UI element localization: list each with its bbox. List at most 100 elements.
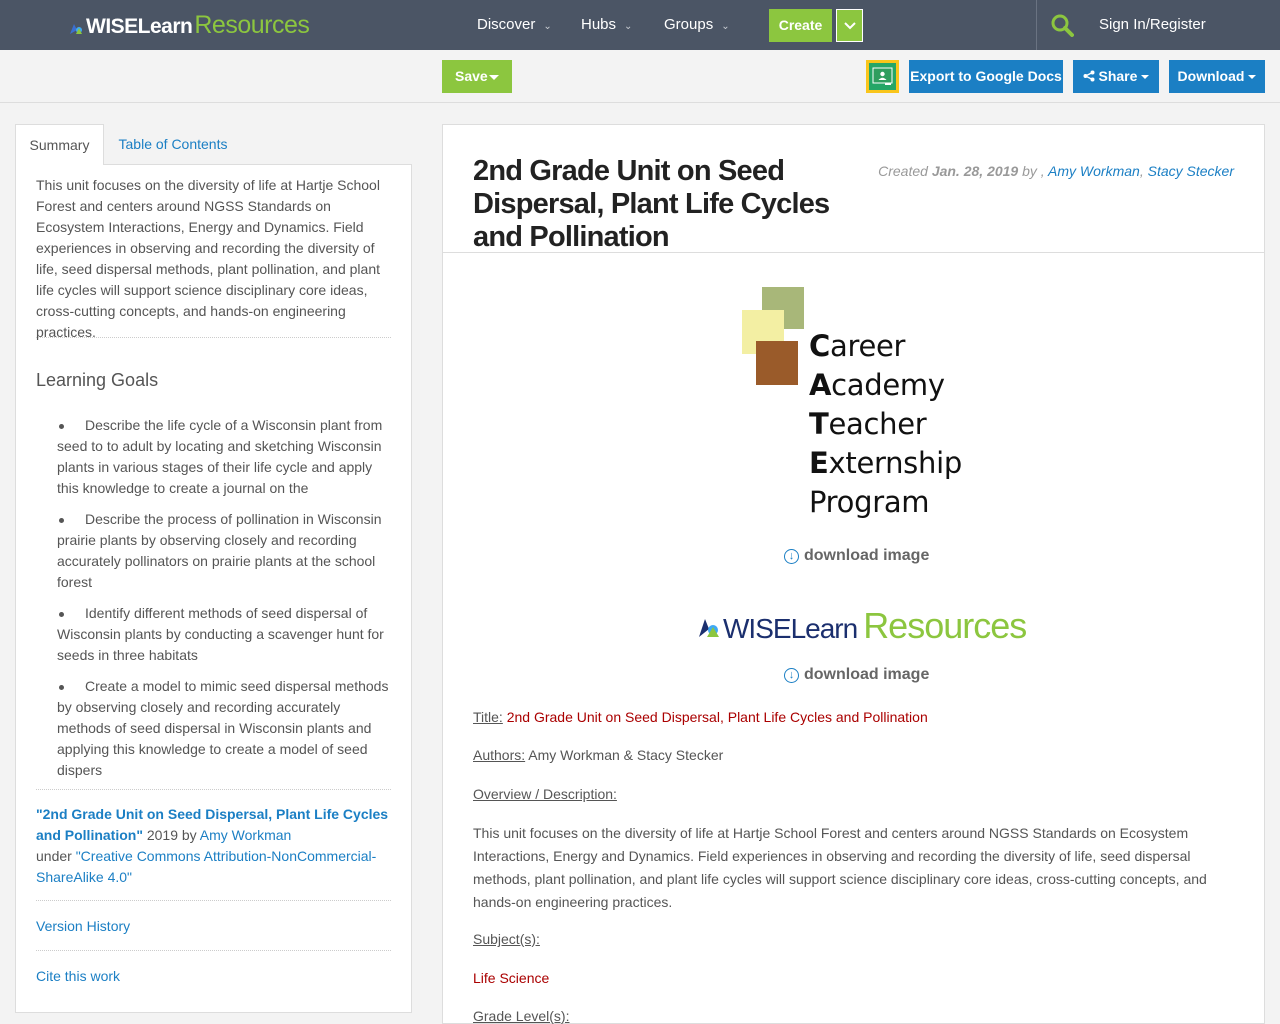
- created-label: Created: [878, 163, 932, 179]
- cate-word-program: Program: [809, 485, 930, 519]
- resource-content-panel: 2nd Grade Unit on Seed Dispersal, Plant …: [442, 124, 1265, 1024]
- chevron-down-icon: ⌄: [721, 21, 730, 32]
- create-button[interactable]: Create: [769, 9, 832, 42]
- cate-letter-c: C: [809, 329, 830, 363]
- learning-goal-item: Create a model to mimic seed dispersal m…: [57, 676, 390, 781]
- divider: [36, 337, 391, 338]
- logo-text-wiselearn: WISELearn: [86, 15, 193, 38]
- cate-word-teacher: eacher: [828, 407, 927, 441]
- created-info: Created Jan. 28, 2019 by , Amy Workman, …: [878, 163, 1234, 179]
- logo-text-resources: Resources: [194, 11, 310, 39]
- share-button[interactable]: Share: [1073, 60, 1159, 93]
- author-link-2[interactable]: Stacy Stecker: [1148, 163, 1234, 179]
- authors-field: Authors: Amy Workman & Stacy Stecker: [473, 744, 723, 767]
- cate-letter-e: E: [809, 446, 829, 480]
- wiselearn-logo-icon: [699, 619, 719, 637]
- authors-value: Amy Workman & Stacy Stecker: [525, 747, 724, 763]
- divider: [36, 900, 391, 901]
- learning-goals-heading: Learning Goals: [36, 370, 159, 390]
- divider: [36, 789, 391, 790]
- license-link[interactable]: "Creative Commons Attribution-NonCommerc…: [36, 848, 376, 885]
- cite-this-work-link[interactable]: Cite this work: [36, 968, 120, 984]
- subjects-label: Subject(s):: [473, 931, 540, 947]
- learning-goals-list: Describe the life cycle of a Wisconsin p…: [57, 415, 390, 791]
- download-image-link[interactable]: ↓ download image: [784, 547, 929, 565]
- page-title: 2nd Grade Unit on Seed Dispersal, Plant …: [473, 155, 830, 253]
- caret-down-icon: [1248, 75, 1257, 80]
- wiselearn-resources-logo: WISELearn Resources: [697, 605, 1027, 646]
- download-image-link[interactable]: ↓ download image: [784, 666, 929, 684]
- cate-logo-text: Career Academy Teacher Externship Progra…: [809, 327, 962, 522]
- site-logo[interactable]: WISELearn Resources: [68, 11, 310, 39]
- learning-goal-item: Describe the life cycle of a Wisconsin p…: [57, 415, 390, 499]
- nav-hubs-label: Hubs: [581, 16, 617, 33]
- tab-table-of-contents[interactable]: Table of Contents: [104, 124, 242, 165]
- created-by: by ,: [1018, 163, 1049, 179]
- nav-divider: [1036, 0, 1037, 50]
- logo-text-resources: Resources: [863, 605, 1027, 646]
- created-date: Jan. 28, 2019: [931, 163, 1019, 179]
- summary-text: This unit focuses on the diversity of li…: [36, 177, 380, 340]
- nav-groups-label: Groups: [664, 16, 714, 33]
- version-history-link[interactable]: Version History: [36, 918, 130, 934]
- cate-letter-t: T: [809, 407, 829, 441]
- resource-toolbar: Save Export to Google Docs Share Downloa…: [0, 50, 1280, 103]
- chevron-down-icon: ⌄: [543, 21, 552, 32]
- search-icon[interactable]: [1050, 13, 1074, 37]
- attribution-under: under: [36, 848, 76, 864]
- logo-square-brown: [756, 341, 798, 385]
- caret-down-icon: [489, 75, 499, 80]
- cate-word-career: areer: [829, 329, 906, 363]
- logo-text-learn: Learn: [790, 613, 859, 644]
- author-separator: ,: [1139, 163, 1148, 179]
- download-image-label: download image: [804, 547, 930, 564]
- author-link-1[interactable]: Amy Workman: [1048, 163, 1140, 179]
- cate-program-logo: Career Academy Teacher Externship Progra…: [742, 287, 972, 527]
- download-circle-icon: ↓: [784, 668, 799, 683]
- divider: [36, 950, 391, 951]
- subject-value-field: Life Science: [473, 967, 549, 990]
- grade-level-field: Grade Level(s):: [473, 1005, 569, 1024]
- google-classroom-button[interactable]: [866, 60, 899, 93]
- caret-down-icon: [1141, 75, 1150, 80]
- share-icon: [1083, 70, 1095, 82]
- overview-text: This unit focuses on the diversity of li…: [473, 825, 1207, 910]
- grade-level-label: Grade Level(s):: [473, 1008, 570, 1024]
- nav-hubs[interactable]: Hubs ⌄: [581, 0, 632, 50]
- tab-summary[interactable]: Summary: [15, 124, 104, 165]
- summary-panel: This unit focuses on the diversity of li…: [15, 164, 412, 1013]
- title-field: Title: 2nd Grade Unit on Seed Dispersal,…: [473, 706, 928, 729]
- google-classroom-icon: [869, 63, 896, 90]
- nav-groups[interactable]: Groups ⌄: [664, 0, 730, 50]
- title-divider: [443, 252, 1264, 253]
- nav-discover[interactable]: Discover ⌄: [477, 0, 552, 50]
- create-dropdown-button[interactable]: [836, 9, 863, 42]
- learning-goal-item: Describe the process of pollination in W…: [57, 509, 390, 593]
- overview-field: Overview / Description:: [473, 783, 617, 806]
- sign-in-register-link[interactable]: Sign In/Register: [1099, 0, 1206, 50]
- top-navigation-bar: WISELearn Resources Discover ⌄ Hubs ⌄ Grou…: [0, 0, 1280, 50]
- export-to-google-docs-button[interactable]: Export to Google Docs: [909, 60, 1063, 93]
- authors-label: Authors:: [473, 747, 526, 763]
- overview-label: Overview / Description:: [473, 786, 617, 802]
- download-button-label: Download: [1177, 68, 1245, 84]
- title-value: 2nd Grade Unit on Seed Dispersal, Plant …: [502, 709, 928, 725]
- subjects-field: Subject(s):: [473, 928, 540, 951]
- nav-discover-label: Discover: [477, 16, 536, 33]
- save-button-label: Save: [455, 68, 488, 84]
- save-button[interactable]: Save: [442, 60, 512, 93]
- logo-text-wise: WISE: [723, 613, 792, 644]
- wiselearn-logo-icon: [68, 20, 84, 36]
- attribution-block: "2nd Grade Unit on Seed Dispersal, Plant…: [36, 804, 391, 888]
- download-button[interactable]: Download: [1169, 60, 1265, 93]
- cate-word-externship: xternship: [828, 446, 963, 480]
- share-button-label: Share: [1098, 68, 1138, 84]
- cate-word-academy: cademy: [831, 368, 945, 402]
- attribution-year: 2019 by: [142, 827, 200, 843]
- learning-goal-item: Identify different methods of seed dispe…: [57, 603, 390, 666]
- download-image-label: download image: [804, 666, 930, 683]
- title-label: Title:: [473, 709, 503, 725]
- subject-value: Life Science: [473, 970, 550, 986]
- author-link[interactable]: Amy Workman: [200, 827, 292, 843]
- cate-letter-a: A: [809, 368, 832, 402]
